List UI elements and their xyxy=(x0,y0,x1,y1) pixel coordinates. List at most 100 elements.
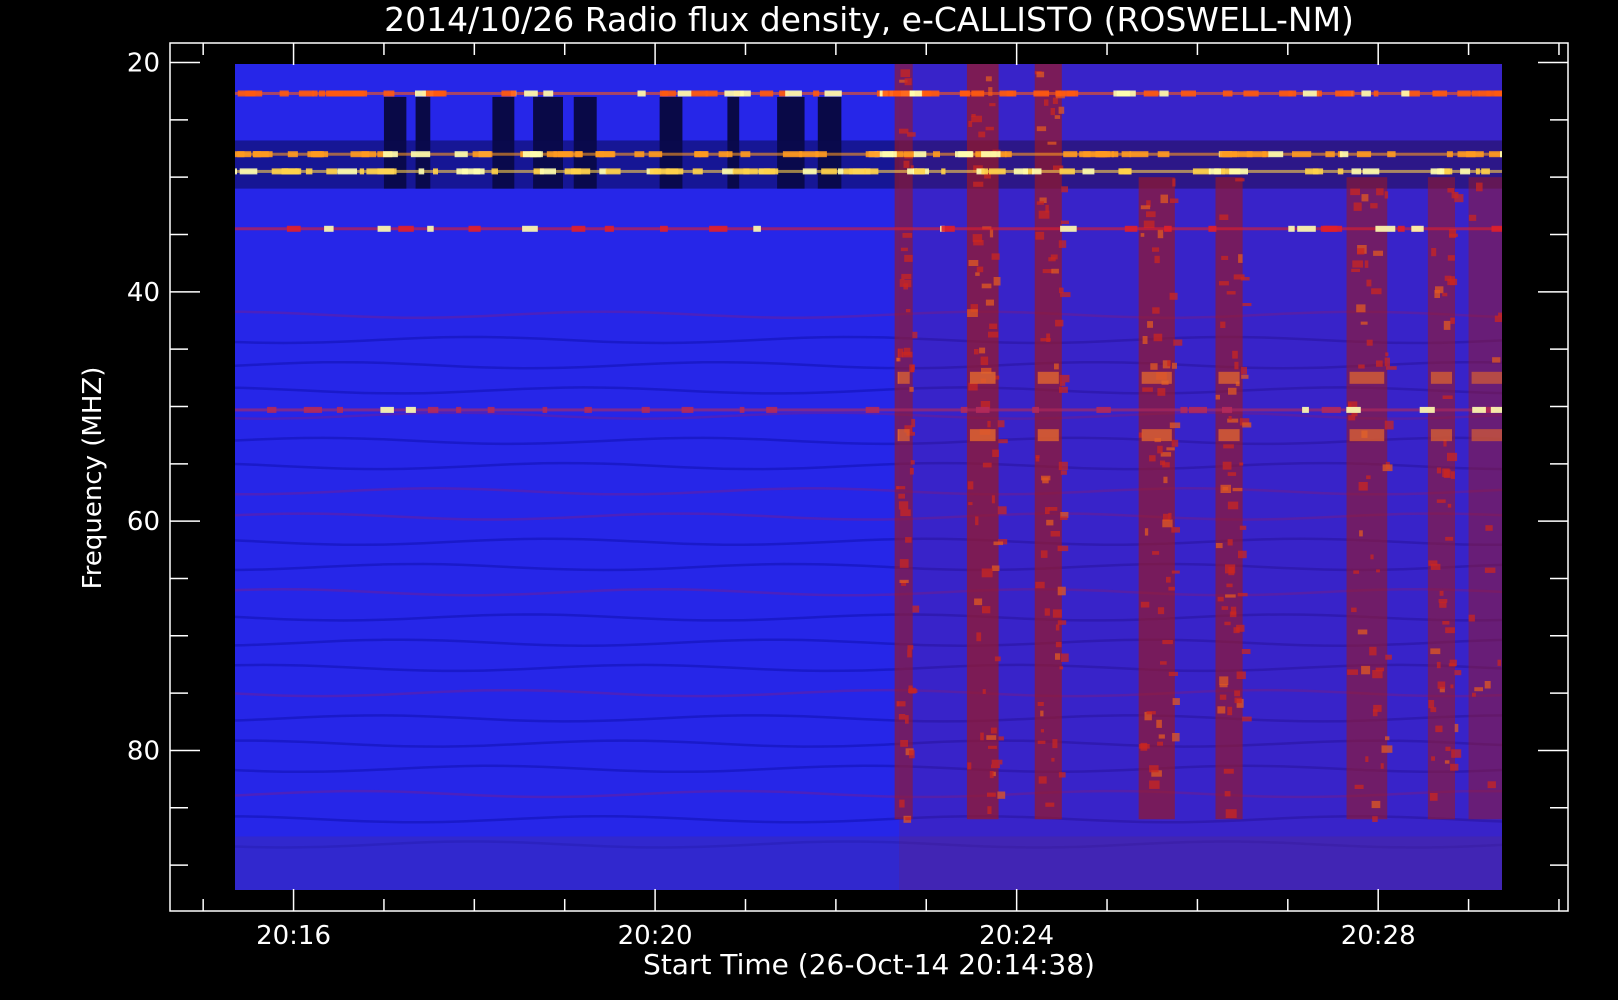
interference-pixel xyxy=(571,225,586,232)
interference-pixel xyxy=(1229,168,1248,175)
interference-pixel xyxy=(239,168,258,175)
interference-pixel xyxy=(1222,151,1238,158)
interference-pixel xyxy=(648,151,663,158)
interference-pixel xyxy=(1262,151,1269,158)
interference-pixel xyxy=(959,90,971,97)
interference-pixel xyxy=(245,90,263,97)
interference-pixel xyxy=(356,90,368,97)
interference-pixel xyxy=(1238,151,1253,158)
interference-pixel xyxy=(1032,168,1042,175)
interference-pixel xyxy=(1222,406,1233,413)
interference-pixel xyxy=(1401,90,1410,97)
interference-pixel xyxy=(279,90,289,97)
x-tick-label: 20:16 xyxy=(256,921,331,951)
interference-pixel xyxy=(1159,90,1169,97)
interference-pixel xyxy=(1057,90,1076,97)
interference-pixel xyxy=(681,406,694,413)
interference-pixel xyxy=(539,168,556,175)
interference-pixel xyxy=(303,406,322,413)
interference-pixel xyxy=(1124,225,1138,232)
interference-pixel xyxy=(865,151,880,158)
interference-pixel xyxy=(472,151,493,158)
interference-pixel xyxy=(1180,406,1188,413)
interference-pixel xyxy=(1373,90,1379,97)
interference-pixel xyxy=(971,90,985,97)
interference-pixel xyxy=(718,151,729,158)
interference-pixel xyxy=(1096,406,1111,413)
interference-pixel xyxy=(1320,225,1328,232)
interference-pixel xyxy=(1446,151,1453,158)
interference-pixel xyxy=(1346,406,1361,413)
interference-pixel xyxy=(999,90,1017,97)
y-axis-label: Frequency (MHZ) xyxy=(78,367,108,590)
interference-pixel xyxy=(759,90,774,97)
interference-pixel xyxy=(1208,168,1222,175)
interference-pixel xyxy=(813,90,820,97)
interference-pixel xyxy=(1297,225,1316,232)
interference-pixel xyxy=(377,168,397,175)
interference-pixel xyxy=(427,406,439,413)
interference-pixel xyxy=(1164,225,1172,232)
interference-pixel xyxy=(1387,151,1396,158)
interference-pixel xyxy=(595,151,616,158)
x-tick-label: 20:24 xyxy=(979,921,1054,951)
interference-pixel xyxy=(305,168,313,175)
interference-pixel xyxy=(988,168,1006,175)
interference-pixel xyxy=(1457,151,1476,158)
interference-pixel xyxy=(573,168,591,175)
interference-pixel xyxy=(1419,406,1435,413)
interference-pixel xyxy=(1118,168,1132,175)
interference-pixel xyxy=(491,168,498,175)
interference-pixel xyxy=(740,151,751,158)
interference-pixel xyxy=(1032,406,1039,413)
interference-pixel xyxy=(1099,151,1108,158)
y-tick-label: 20 xyxy=(127,48,160,78)
interference-pixel xyxy=(634,151,645,158)
interference-pixel xyxy=(692,168,703,175)
interference-pixel xyxy=(1472,406,1486,413)
interference-pixel xyxy=(380,406,394,413)
interference-pixel xyxy=(641,406,650,413)
interference-pixel xyxy=(522,225,538,232)
interference-pixel xyxy=(1292,151,1312,158)
interference-pixel xyxy=(1079,151,1091,158)
interference-pixel xyxy=(1180,90,1196,97)
interference-pixel xyxy=(253,151,262,158)
interference-pixel xyxy=(1471,90,1480,97)
interference-pixel xyxy=(383,151,398,158)
interference-pixel xyxy=(941,225,955,232)
interference-pixel xyxy=(1082,168,1095,175)
interference-pixel xyxy=(849,168,866,175)
interference-pixel xyxy=(677,90,692,97)
interference-pixel xyxy=(914,168,926,175)
interference-pixel xyxy=(821,168,837,175)
interference-pixel xyxy=(733,90,751,97)
interference-pixel xyxy=(340,90,358,97)
interference-pixel xyxy=(739,406,745,413)
interference-pixel xyxy=(599,168,607,175)
interference-pixel xyxy=(824,90,842,97)
interference-pixel xyxy=(1457,90,1471,97)
interference-pixel xyxy=(311,151,323,158)
interference-pixel xyxy=(584,406,592,413)
y-tick-label: 40 xyxy=(127,278,160,308)
interference-pixel xyxy=(1351,168,1362,175)
interference-pixel xyxy=(418,168,425,175)
interference-pixel xyxy=(1375,225,1396,232)
interference-pixel xyxy=(1063,151,1078,158)
interference-pixel xyxy=(785,90,802,97)
interference-pixel xyxy=(1481,168,1490,175)
interference-pixel xyxy=(1033,90,1050,97)
interference-pixel xyxy=(425,90,445,97)
interference-pixel xyxy=(766,406,778,413)
interference-pixel xyxy=(1339,151,1349,158)
interference-pixel xyxy=(286,225,301,232)
interference-pixel xyxy=(366,168,379,175)
interference-pixel xyxy=(722,168,734,175)
interference-pixel xyxy=(405,406,416,413)
interference-pixel xyxy=(1129,151,1149,158)
interference-pixel xyxy=(267,406,277,413)
interference-pixel xyxy=(324,225,334,232)
interference-pixel xyxy=(546,151,558,158)
interference-pixel xyxy=(456,406,462,413)
